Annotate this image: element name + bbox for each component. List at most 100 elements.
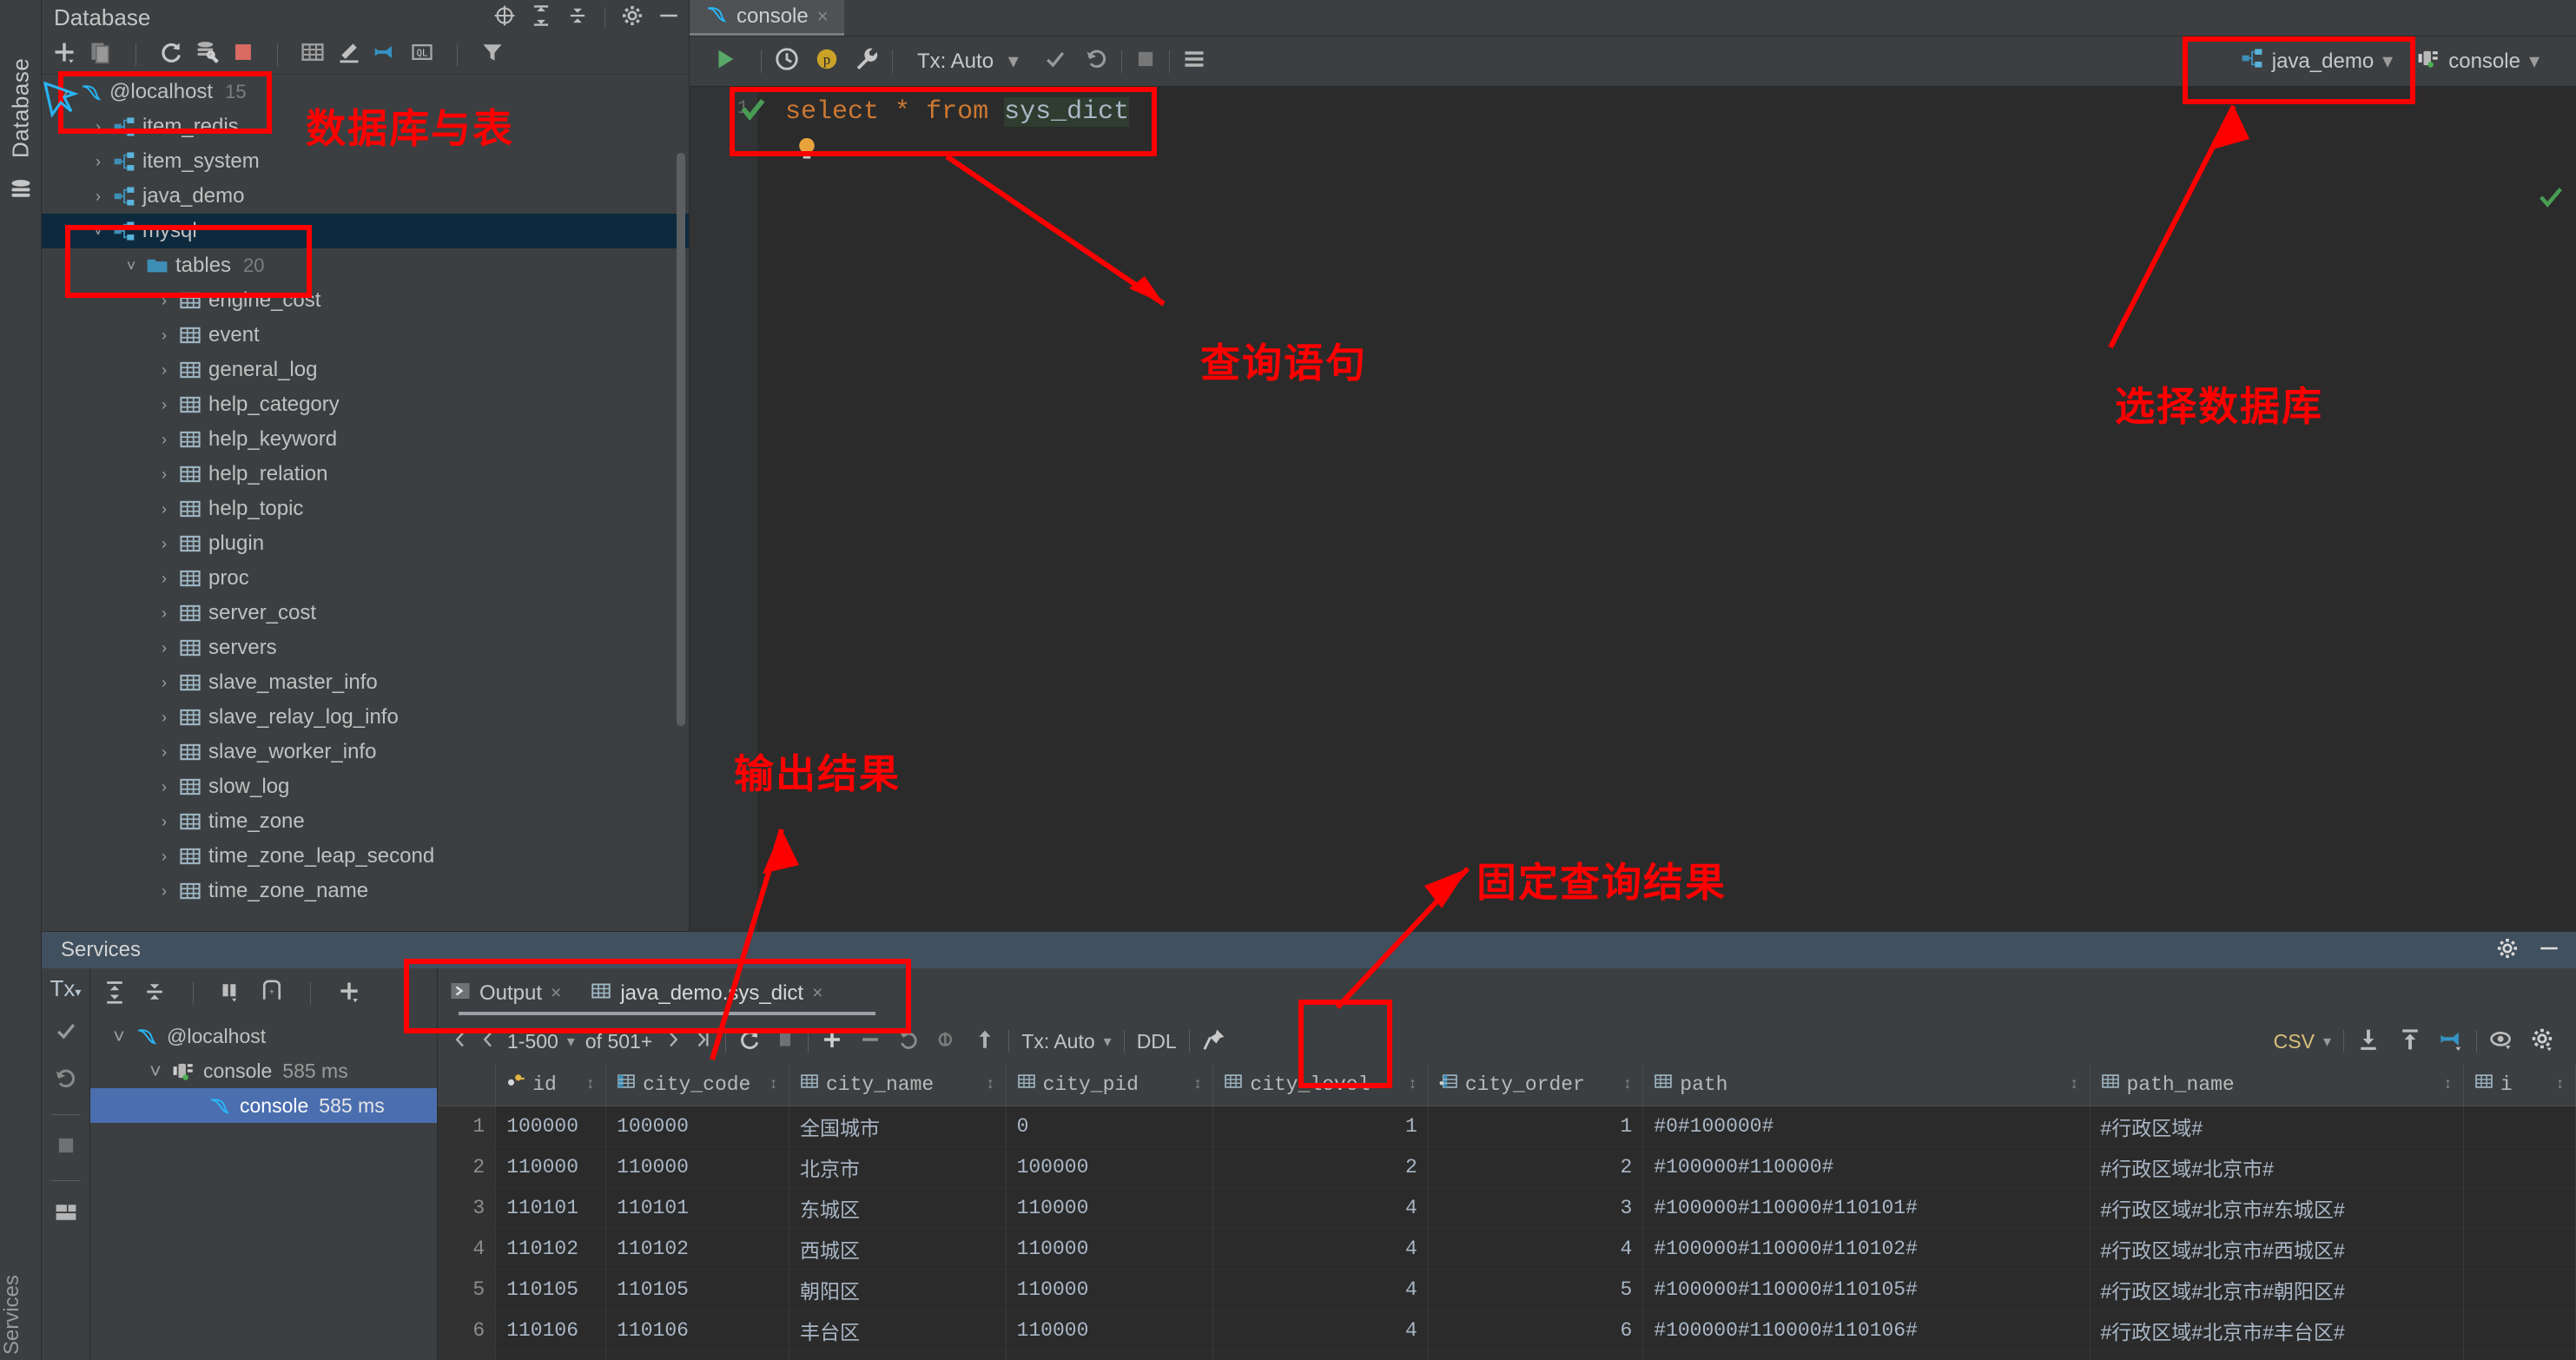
cell-city_pid[interactable]: 110000 <box>1006 1228 1214 1270</box>
tab-console[interactable]: console × <box>690 0 844 36</box>
chevron-right-icon[interactable]: › <box>87 118 109 136</box>
database-tree[interactable]: › @localhost 15 › item_redis › item_system › jav… <box>42 75 689 931</box>
cell-id[interactable]: 110106 <box>495 1310 607 1351</box>
cell-city_name[interactable]: 丰台区 <box>789 1310 1007 1351</box>
cell-city_order[interactable]: 7 <box>1428 1350 1644 1360</box>
chevron-down-icon[interactable]: ▾ <box>1104 1033 1112 1051</box>
cell-path[interactable]: #100000#110000# <box>1642 1146 2091 1188</box>
cell-city_pid[interactable]: 110000 <box>1006 1350 1214 1360</box>
services-tree[interactable]: + ˅ @localhost ˅ console 585 ms console 585 ms <box>90 968 438 1360</box>
tree-node-event[interactable]: › event <box>42 318 689 353</box>
cell-city_order[interactable]: 3 <box>1428 1187 1644 1229</box>
cell-id[interactable]: 110000 <box>495 1146 607 1188</box>
filter-icon[interactable] <box>480 40 505 69</box>
cell-id[interactable]: 110102 <box>495 1228 607 1270</box>
add-icon[interactable] <box>337 980 361 1008</box>
table-row[interactable]: 1 100000 100000 全国城市 0 1 1 #0#100000# #行政区域# <box>438 1106 2576 1147</box>
tree-node-slave-relay-log-info[interactable]: › slave_relay_log_info <box>42 700 689 735</box>
stop-square-icon[interactable] <box>1134 48 1157 75</box>
data-source-properties-icon[interactable] <box>195 40 220 69</box>
cell-path[interactable]: #100000#110000#110106# <box>1642 1310 2091 1351</box>
result-grid[interactable]: id ↕ city_code ↕ city_name ↕ city_pid ↕ city_lev… <box>438 1064 2576 1360</box>
chevron-right-icon[interactable]: › <box>153 848 175 866</box>
cell-city_code[interactable]: 110101 <box>605 1187 789 1229</box>
table-row[interactable]: 5 110105 110105 朝阳区 110000 4 5 #100000#110000#1… <box>438 1269 2576 1310</box>
column-header-city_pid[interactable]: city_pid ↕ <box>1006 1064 1214 1106</box>
chevron-right-icon[interactable]: › <box>153 396 175 414</box>
add-row-icon[interactable] <box>821 1028 843 1055</box>
chevron-right-icon[interactable]: › <box>87 153 109 171</box>
collapse-all-icon[interactable] <box>566 4 589 31</box>
tree-node-tables[interactable]: ˅ tables 20 <box>42 248 689 283</box>
schema-selector[interactable]: java_demo ▾ <box>2229 42 2405 81</box>
column-header-i[interactable]: i ↕ <box>2463 1064 2576 1106</box>
tree-node-general-log[interactable]: › general_log <box>42 353 689 387</box>
cell-city_name[interactable]: 石景山区 <box>789 1350 1007 1360</box>
cell-i[interactable] <box>2463 1350 2576 1360</box>
cell-path_name[interactable]: #行政区域#北京市#石景山区# <box>2090 1350 2464 1360</box>
table-row[interactable]: 7110107110107石景山区11000047#100000#110000#… <box>438 1350 2576 1360</box>
cell-i[interactable] <box>2463 1106 2576 1147</box>
tree-node-time-zone-leap-second[interactable]: › time_zone_leap_second <box>42 839 689 874</box>
cell-city_name[interactable]: 北京市 <box>789 1146 1007 1188</box>
tree-node-engine-cost[interactable]: › engine_cost <box>42 283 689 318</box>
expand-all-icon[interactable] <box>102 980 127 1008</box>
tree-scrollbar[interactable] <box>677 153 685 726</box>
ddl-button[interactable]: DDL <box>1137 1030 1177 1053</box>
cell-city_pid[interactable]: 110000 <box>1006 1310 1214 1351</box>
sql-text[interactable]: select * from sys_dict <box>785 97 1130 127</box>
sort-toggle-icon[interactable]: ↕ <box>585 1076 595 1093</box>
chevron-right-icon[interactable]: › <box>153 743 175 762</box>
tree-node-time-zone[interactable]: › time_zone <box>42 804 689 839</box>
table-row[interactable]: 6 110106 110106 丰台区 110000 4 6 #100000#110000#1… <box>438 1310 2576 1351</box>
export-data-icon[interactable] <box>2356 1027 2381 1056</box>
stop-square-icon[interactable] <box>55 1134 77 1161</box>
edit-icon[interactable] <box>337 40 361 69</box>
cell-city_order[interactable]: 4 <box>1428 1228 1644 1270</box>
tree-node-help-category[interactable]: › help_category <box>42 387 689 422</box>
revert-icon[interactable] <box>897 1028 920 1055</box>
cell-i[interactable] <box>2463 1269 2576 1310</box>
p-badge-icon[interactable]: p <box>814 46 840 76</box>
services-node--localhost[interactable]: ˅ @localhost <box>90 1019 437 1053</box>
cell-path_name[interactable]: #行政区域#北京市#西城区# <box>2090 1228 2464 1270</box>
column-header-id[interactable]: id ↕ <box>495 1064 607 1106</box>
cell-path[interactable]: #100000#110000#110101# <box>1642 1187 2091 1229</box>
cell-i[interactable] <box>2463 1310 2576 1351</box>
reload-icon[interactable] <box>738 1028 761 1055</box>
sidebar-tab-services[interactable]: Services <box>0 1251 42 1355</box>
sql-editor[interactable]: 1 select * from sys_dict <box>690 87 2576 931</box>
column-header-path[interactable]: path ↕ <box>1642 1064 2091 1106</box>
grid-tx-mode-label[interactable]: Tx: Auto <box>1021 1030 1094 1053</box>
cell-city_code[interactable]: 110106 <box>605 1310 789 1351</box>
chevron-right-icon[interactable]: › <box>87 188 109 206</box>
view-as-icon[interactable] <box>2489 1027 2513 1056</box>
tab-output[interactable]: Output × <box>450 980 561 1007</box>
chevron-down-icon[interactable]: ▾ <box>2323 1033 2331 1051</box>
column-header-city_code[interactable]: city_code ↕ <box>605 1064 789 1106</box>
chevron-right-icon[interactable]: › <box>153 570 175 588</box>
add-icon[interactable] <box>52 40 76 69</box>
tree-node-slave-master-info[interactable]: › slave_master_info <box>42 665 689 700</box>
tree-node-slave-worker-info[interactable]: › slave_worker_info <box>42 735 689 769</box>
sort-toggle-icon[interactable]: ↕ <box>2555 1076 2565 1093</box>
cell-path_name[interactable]: #行政区域#北京市# <box>2090 1146 2464 1188</box>
cell-id[interactable]: 110105 <box>495 1269 607 1310</box>
export-format-label[interactable]: CSV <box>2274 1030 2315 1053</box>
wrench-icon[interactable] <box>854 46 880 76</box>
cell-city_order[interactable]: 5 <box>1428 1269 1644 1310</box>
run-play-icon[interactable] <box>712 46 738 76</box>
chevron-right-icon[interactable]: › <box>153 604 175 623</box>
gear-icon[interactable] <box>621 4 644 31</box>
close-icon[interactable]: × <box>817 5 829 28</box>
cell-city_order[interactable]: 6 <box>1428 1310 1644 1351</box>
chevron-right-icon[interactable]: › <box>153 778 175 796</box>
cell-i[interactable] <box>2463 1187 2576 1229</box>
chevron-right-icon[interactable]: › <box>153 327 175 345</box>
tx-mode-selector[interactable]: Tx: Auto ▾ <box>917 49 1019 74</box>
table-editor-icon[interactable] <box>301 40 325 69</box>
layout-icon[interactable] <box>54 1200 78 1229</box>
page-range-label[interactable]: 1-500 <box>507 1030 558 1053</box>
cell-city_name[interactable]: 西城区 <box>789 1228 1007 1270</box>
sort-toggle-icon[interactable]: ↕ <box>1408 1076 1417 1093</box>
